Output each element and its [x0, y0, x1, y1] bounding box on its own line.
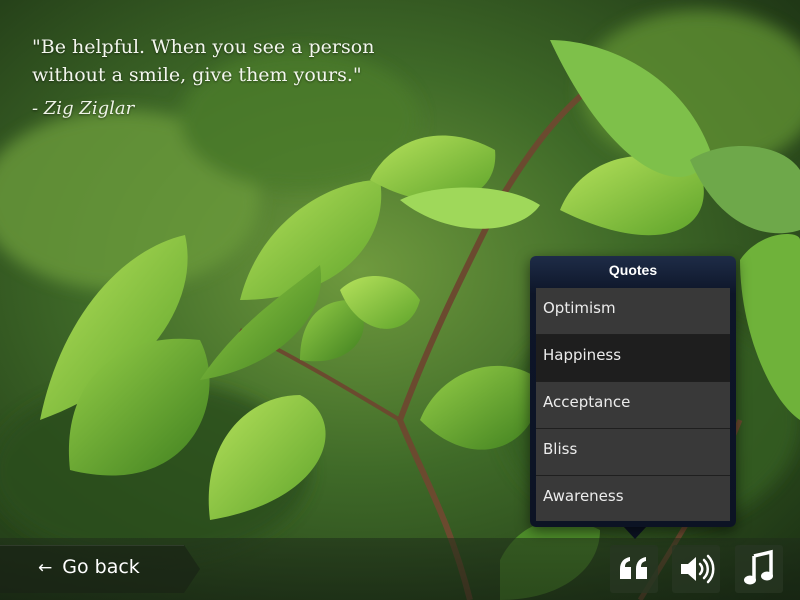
quotes-icon [620, 557, 647, 579]
volume-button[interactable] [672, 545, 720, 593]
quotes-popover: Quotes Optimism Happiness Acceptance Bli… [530, 256, 736, 527]
quotes-list[interactable]: Optimism Happiness Acceptance Bliss Awar… [536, 288, 730, 521]
quote-category-awareness[interactable]: Awareness [536, 476, 730, 521]
go-back-text: Go back [62, 556, 140, 578]
quotes-button[interactable] [610, 545, 658, 593]
go-back-label[interactable]: ← Go back [38, 556, 140, 578]
music-note-icon [744, 549, 773, 585]
quote-text: "Be helpful. When you see a person witho… [32, 36, 375, 86]
arrow-left-icon: ← [38, 558, 53, 578]
volume-icon [681, 554, 715, 584]
quote-category-optimism[interactable]: Optimism [536, 288, 730, 335]
quote-author: - Zig Ziglar [32, 98, 135, 119]
quote-category-happiness[interactable]: Happiness [536, 335, 730, 382]
quote-category-acceptance[interactable]: Acceptance [536, 382, 730, 429]
popover-arrow [623, 526, 647, 539]
quote-category-bliss[interactable]: Bliss [536, 429, 730, 476]
music-button[interactable] [735, 545, 783, 593]
popover-title: Quotes [608, 262, 658, 278]
